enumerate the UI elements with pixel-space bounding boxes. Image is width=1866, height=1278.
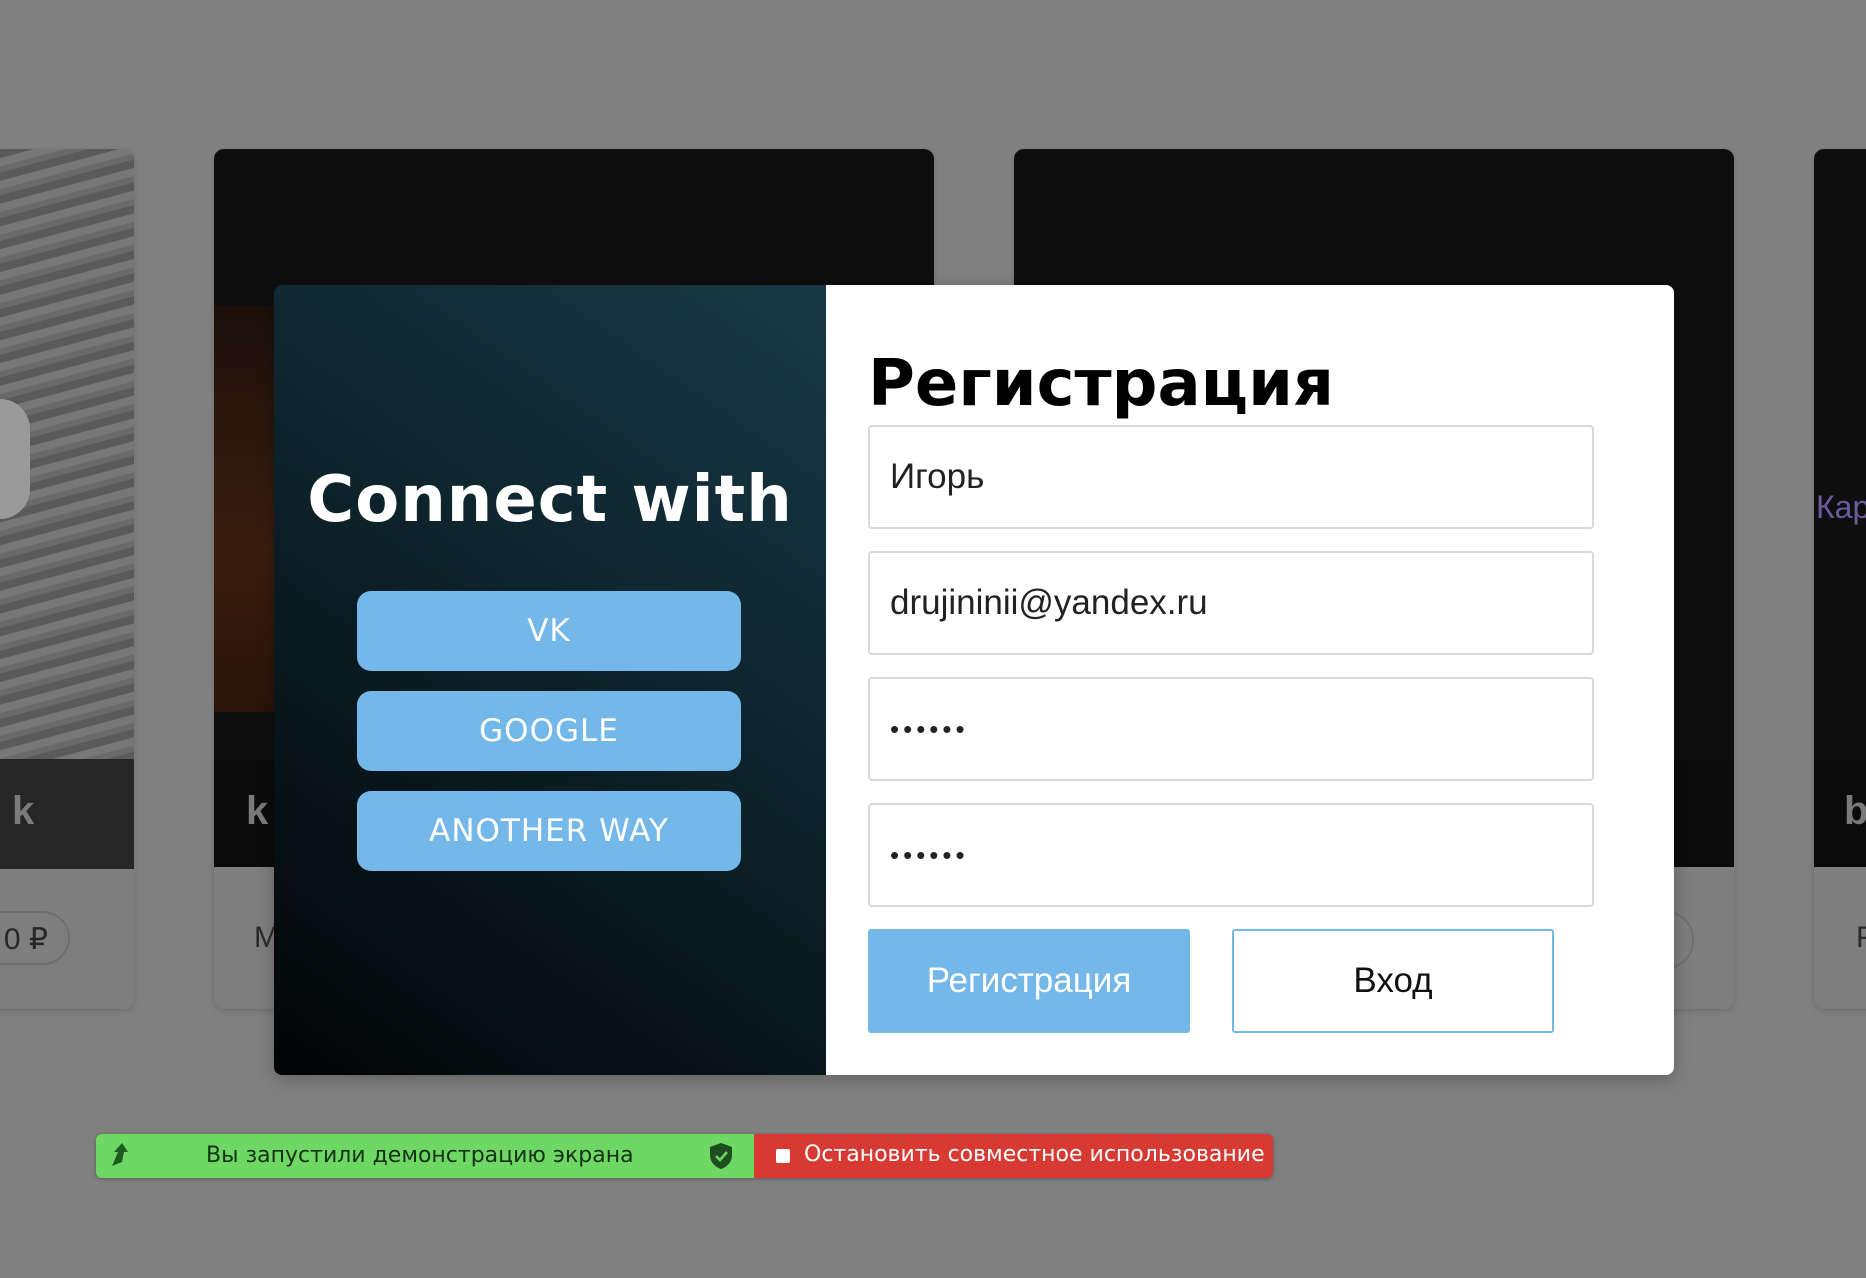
name-input[interactable] bbox=[868, 425, 1594, 529]
product-card: k 0 ₽ bbox=[0, 149, 134, 1009]
share-arrow-icon bbox=[112, 1143, 128, 1166]
register-button[interactable]: Регистрация bbox=[868, 929, 1190, 1033]
product-title: b bbox=[1844, 789, 1866, 833]
product-title: k bbox=[246, 789, 269, 833]
google-login-button[interactable]: GOOGLE bbox=[357, 691, 741, 771]
registration-form: Регистрация Регистрация Вход bbox=[826, 285, 1674, 1075]
stop-sharing-label: Остановить совместное использование bbox=[804, 1142, 1265, 1167]
vk-login-button[interactable]: VK bbox=[357, 591, 741, 671]
stop-icon bbox=[776, 1149, 790, 1163]
screen-share-status: Вы запустили демонстрацию экрана bbox=[96, 1134, 754, 1178]
screen-share-bar: Вы запустили демонстрацию экрана Останов… bbox=[96, 1134, 1273, 1178]
form-title: Регистрация bbox=[868, 347, 1334, 421]
connect-with-title: Connect with bbox=[307, 463, 793, 537]
password-confirm-input[interactable] bbox=[868, 803, 1594, 907]
social-login-panel: Connect with VK GOOGLE ANOTHER WAY bbox=[274, 285, 826, 1075]
registration-modal: Connect with VK GOOGLE ANOTHER WAY Регис… bbox=[274, 285, 1674, 1075]
product-card: Кар b Р bbox=[1814, 149, 1866, 1009]
password-input[interactable] bbox=[868, 677, 1594, 781]
product-image: Кар bbox=[1814, 149, 1866, 759]
product-footer-text: Р bbox=[1856, 921, 1866, 955]
screen-share-status-text: Вы запустили демонстрацию экрана bbox=[206, 1143, 634, 1168]
product-image bbox=[0, 149, 134, 759]
price-button: 0 ₽ bbox=[0, 911, 70, 965]
shield-check-icon bbox=[710, 1143, 732, 1169]
product-link-text: Кар bbox=[1816, 489, 1866, 525]
email-input[interactable] bbox=[868, 551, 1594, 655]
product-title: k bbox=[12, 789, 35, 833]
stop-sharing-button[interactable]: Остановить совместное использование bbox=[754, 1134, 1273, 1178]
another-way-login-button[interactable]: ANOTHER WAY bbox=[357, 791, 741, 871]
login-button[interactable]: Вход bbox=[1232, 929, 1554, 1033]
